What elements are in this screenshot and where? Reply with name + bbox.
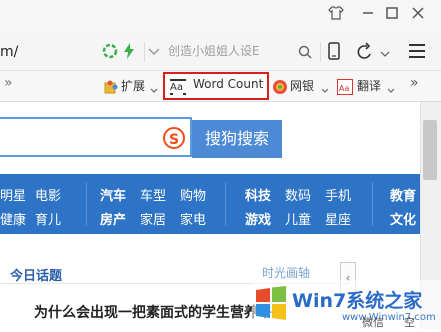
extensions-button[interactable]: 扩展 bbox=[121, 77, 145, 94]
svg-text:Aa: Aa bbox=[170, 82, 183, 93]
headline-link[interactable]: 为什么会出现一把素面式的学生营养午餐 bbox=[34, 302, 286, 322]
bottom-right-label-2[interactable]: 空 bbox=[404, 314, 415, 330]
nav-link[interactable]: 房产 bbox=[100, 209, 126, 228]
nav-link[interactable]: 汽车 bbox=[100, 185, 126, 204]
address-bar: m/ bbox=[0, 34, 441, 71]
nav-divider bbox=[225, 182, 226, 226]
divider bbox=[320, 42, 321, 62]
word-count-button[interactable]: Word Count bbox=[193, 77, 263, 91]
address-search-box[interactable] bbox=[166, 40, 316, 64]
chevron-down-icon[interactable] bbox=[321, 83, 329, 97]
chevron-down-icon[interactable] bbox=[148, 46, 160, 60]
translate-button[interactable]: 翻译 bbox=[357, 77, 381, 94]
bank-button[interactable]: 网银 bbox=[290, 77, 314, 94]
nav-link[interactable]: 手机 bbox=[325, 185, 351, 204]
nav-link[interactable]: 购物 bbox=[180, 185, 206, 204]
toolbar-overflow-right[interactable]: » bbox=[410, 75, 419, 91]
nav-link[interactable]: 明星 bbox=[0, 185, 26, 204]
nav-link[interactable]: 育儿 bbox=[35, 209, 61, 228]
sogou-search-button[interactable]: 搜狗搜索 bbox=[192, 120, 282, 158]
window-titlebar bbox=[0, 0, 441, 34]
nav-link[interactable]: 家居 bbox=[140, 209, 166, 228]
divider bbox=[144, 42, 145, 62]
extension-toolbar: » 扩展 Aa Word Count 网银 Aa 翻译 » bbox=[0, 71, 441, 102]
logo-subtext: www.Winwin7.com bbox=[342, 312, 436, 323]
bank-icon bbox=[272, 79, 288, 98]
puzzle-icon bbox=[103, 79, 119, 98]
nav-link[interactable]: 数码 bbox=[285, 185, 311, 204]
nav-link[interactable]: 家电 bbox=[180, 209, 206, 228]
nav-band bbox=[0, 174, 420, 234]
url-text[interactable]: m/ bbox=[0, 44, 18, 60]
nav-link[interactable]: 教育 bbox=[390, 185, 416, 204]
nav-link[interactable]: 文化 bbox=[390, 209, 416, 228]
watermark-text: 时光画轴 bbox=[262, 266, 311, 280]
logo-text: Win7系统之家 bbox=[292, 290, 423, 312]
nav-link[interactable]: 儿童 bbox=[285, 209, 311, 228]
nav-divider bbox=[372, 182, 373, 226]
shirt-icon[interactable] bbox=[325, 6, 347, 24]
chevron-down-icon[interactable] bbox=[380, 47, 390, 61]
chevron-down-icon[interactable] bbox=[150, 83, 158, 97]
address-search-input[interactable] bbox=[166, 40, 310, 62]
maximize-icon[interactable] bbox=[381, 6, 403, 24]
sogou-logo-icon: S bbox=[163, 127, 185, 149]
nav-link[interactable]: 车型 bbox=[140, 185, 166, 204]
nav-link[interactable]: 星座 bbox=[325, 209, 351, 228]
svg-text:Aa: Aa bbox=[339, 84, 349, 93]
nav-link[interactable]: 电影 bbox=[35, 185, 61, 204]
nav-link[interactable]: 游戏 bbox=[245, 209, 271, 228]
loading-spinner-icon bbox=[102, 43, 118, 62]
nav-link[interactable]: 健康 bbox=[0, 209, 26, 228]
toolbar-overflow-left[interactable]: » bbox=[4, 75, 13, 91]
topic-title: 今日话题 bbox=[10, 269, 63, 284]
nav-divider bbox=[86, 182, 87, 226]
undo-icon[interactable] bbox=[356, 42, 374, 63]
nav-link[interactable]: 科技 bbox=[245, 185, 271, 204]
bottom-right-label[interactable]: 微信 bbox=[362, 314, 384, 330]
word-count-icon: Aa bbox=[170, 79, 186, 98]
lightning-icon[interactable] bbox=[122, 43, 136, 62]
minimize-icon[interactable] bbox=[357, 6, 379, 24]
close-icon[interactable] bbox=[407, 6, 429, 24]
phone-icon[interactable] bbox=[328, 42, 340, 63]
scrollbar-thumb[interactable] bbox=[423, 120, 437, 180]
menu-icon[interactable] bbox=[408, 43, 426, 62]
translate-icon: Aa bbox=[337, 79, 353, 98]
search-icon[interactable] bbox=[298, 45, 312, 62]
chevron-down-icon[interactable] bbox=[387, 83, 395, 97]
